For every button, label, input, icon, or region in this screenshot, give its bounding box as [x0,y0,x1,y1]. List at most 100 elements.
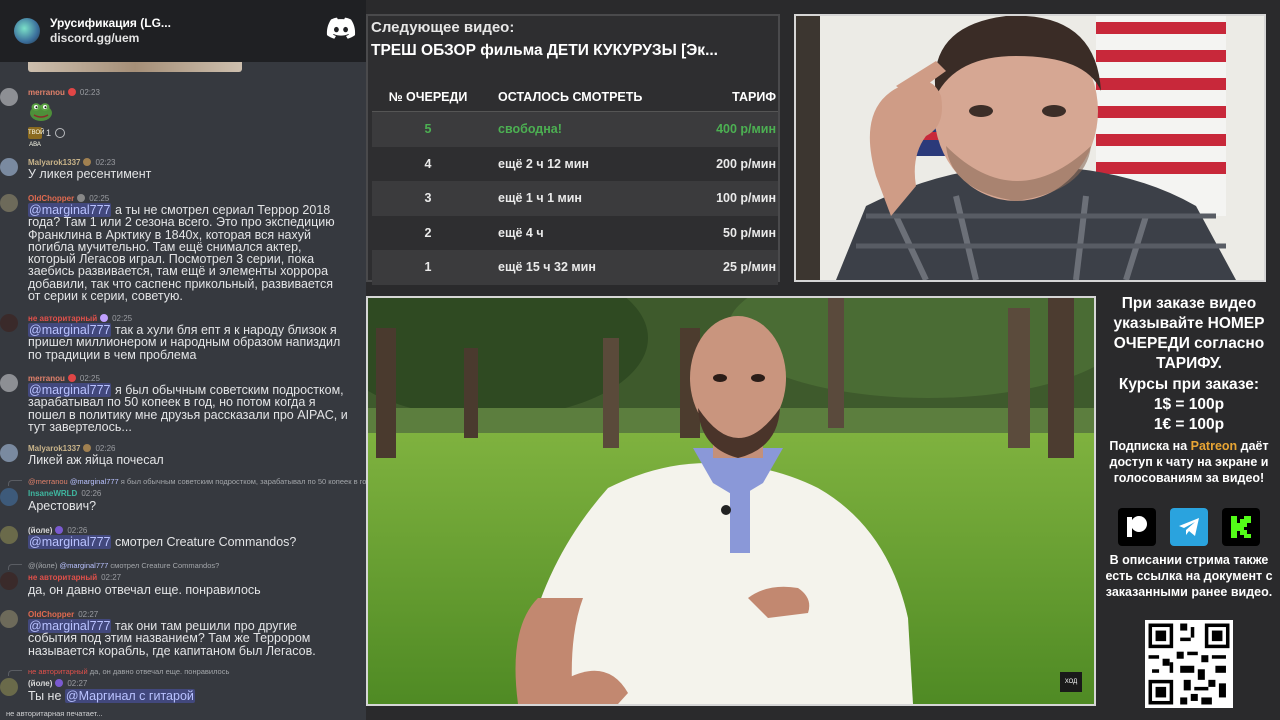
avatar [0,444,18,462]
queue-table: № ОЧЕРЕДИ ОСТАЛОСЬ СМОТРЕТЬ ТАРИФ 5 своб… [372,82,778,285]
username[interactable]: OldChopper [28,194,74,203]
queue-price: 25 р/мин [723,260,776,275]
webcam-feed [794,14,1266,282]
table-row: 3 ещё 1 ч 1 мин 100 р/мин [372,181,778,216]
timestamp: 02:23 [79,88,100,97]
badge-icon [83,444,92,452]
username[interactable]: Malyarok1337 [28,158,80,167]
video-queue-panel: Следующее видео: ТРЕШ ОБЗОР фильма ДЕТИ … [366,14,780,285]
reaction-bar[interactable]: ТВОЙ АВА 1 [28,126,66,148]
queue-price: 400 р/мин [716,122,776,137]
server-invite-link[interactable]: discord.gg/uem [50,31,171,46]
username[interactable]: merranou [28,374,65,383]
watermark-text: ХОД [1065,679,1077,685]
message-meta: merranou 02:23 [28,88,100,98]
queue-number: 2 [424,225,432,240]
next-video-title: ТРЕШ ОБЗОР фильма ДЕТИ КУКУРУЗЫ [Эк... [371,42,718,59]
header-queue-number: № ОЧЕРЕДИ [388,89,468,104]
badge-icon [67,374,76,382]
social-links [1118,508,1260,546]
message-meta: не авторитарный 02:27 [28,573,121,583]
table-row: 1 ещё 15 ч 32 мин 25 р/мин [372,250,778,285]
avatar [0,374,18,392]
username[interactable]: Malyarok1337 [28,444,80,453]
subscription-info: Подписка на Patreon даёт доступ к чату н… [1109,439,1269,485]
queue-number: 1 [424,260,432,275]
username[interactable]: InsaneWRLD [28,489,77,498]
telegram-icon[interactable] [1170,508,1208,546]
username[interactable]: (йоле) [28,679,52,688]
queue-table-header: № ОЧЕРЕДИ ОСТАЛОСЬ СМОТРЕТЬ ТАРИФ [372,82,778,112]
typing-indicator: не авторитарная печатает... [6,709,103,718]
reply-preview[interactable]: @(йоле) @marginal777 смотрел Creature Co… [28,561,366,570]
username[interactable]: не авторитарный [28,314,97,323]
timestamp: 02:27 [67,679,88,688]
queue-remaining: ещё 2 ч 12 мин [498,156,589,171]
message-text: Ты не @Маргинал с гитарой [28,689,195,703]
queue-price: 50 р/мин [723,225,776,240]
timestamp: 02:26 [81,489,102,498]
avatar [0,88,18,106]
video-frame: ХОД [368,298,1094,704]
chat-messages: merranou 02:23 ТВОЙ АВА 1 Malyarok1337 02:… [0,62,366,720]
reply-connector [8,670,22,676]
message-text: @marginal777 а ты не смотрел сериал Терр… [28,203,335,304]
username[interactable]: merranou [28,88,65,97]
avatar [0,488,18,506]
queue-remaining: ещё 4 ч [498,225,544,240]
reply-preview[interactable]: не авторитарный да, он давно отвечал еще… [28,667,366,676]
queue-remaining: ещё 15 ч 32 мин [498,260,596,275]
table-row: 5 свободна! 400 р/мин [372,112,778,147]
timestamp: 02:27 [78,610,99,619]
table-row: 4 ещё 2 ч 12 мин 200 р/мин [372,147,778,182]
table-row: 2 ещё 4 ч 50 р/мин [372,216,778,251]
webcam-scene [796,16,1264,280]
reaction-emoji[interactable]: ТВОЙ АВА [28,127,44,148]
badge-icon [67,88,76,96]
username[interactable]: не авторитарный [28,573,97,582]
reply-connector [8,564,22,570]
add-reaction-icon[interactable] [55,128,66,138]
avatar [0,314,18,332]
rate-eur: 1€ = 100р [1153,416,1225,433]
user-mention[interactable]: @Маргинал с гитарой [64,689,195,703]
timestamp: 02:26 [95,444,116,453]
patreon-link[interactable]: Patreon [1191,439,1238,453]
avatar [0,610,18,628]
badge-icon [100,314,109,322]
message-meta: (йоле) 02:27 [28,679,87,689]
badge-icon [77,194,86,202]
server-info: Урусификация (LG... discord.gg/uem [50,16,171,46]
badge-icon [55,526,64,534]
message-text: @marginal777 так а хули бля епт я к наро… [28,323,341,362]
qr-code[interactable] [1145,620,1233,708]
reply-preview[interactable]: @merranou @marginal777 я был обычным сов… [28,477,366,486]
timestamp: 02:27 [101,573,122,582]
badge-icon [55,679,64,687]
username[interactable]: (йоле) [28,526,52,535]
queue-remaining: ещё 1 ч 1 мин [498,191,582,206]
kick-icon[interactable] [1222,508,1260,546]
header-remaining: ОСТАЛОСЬ СМОТРЕТЬ [498,89,643,104]
queue-table-body: 5 свободна! 400 р/мин 4 ещё 2 ч 12 мин 2… [372,112,778,285]
timestamp: 02:26 [67,526,88,535]
user-mention[interactable]: @marginal777 [28,535,112,549]
server-name: Урусификация (LG... [50,16,171,30]
message-text: @marginal777 так они там решили про друг… [28,619,316,658]
rates-title: Курсы при заказе: [1118,376,1260,393]
main-video-player[interactable]: ХОД [366,296,1096,706]
server-avatar [14,18,40,44]
queue-price: 100 р/мин [716,191,776,206]
discord-header[interactable]: Урусификация (LG... discord.gg/uem [0,0,366,62]
queue-number: 3 [424,191,432,206]
message-meta: InsaneWRLD 02:26 [28,489,101,499]
username[interactable]: OldChopper [28,610,74,619]
queue-remaining: свободна! [498,122,562,137]
discord-logo-icon[interactable] [326,16,356,40]
badge-icon [83,158,92,166]
patreon-icon[interactable] [1118,508,1156,546]
timestamp: 02:25 [79,374,100,383]
header-price: ТАРИФ [732,89,776,104]
message-text: У ликея ресентимент [28,167,152,181]
image-attachment [28,62,242,72]
